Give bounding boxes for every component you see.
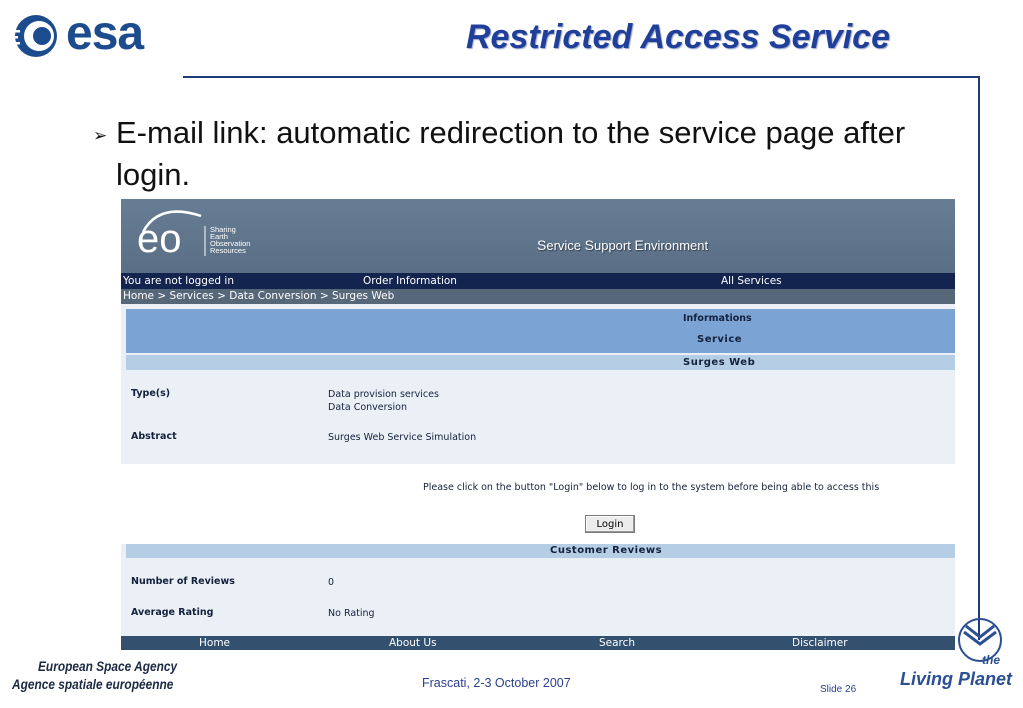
footer-venue-date: Frascati, 2-3 October 2007 [422, 676, 571, 690]
esa-wordmark: esa [66, 7, 144, 60]
footer-link-about-us[interactable]: About Us [389, 636, 437, 650]
breadcrumb[interactable]: Home > Services > Data Conversion > Surg… [121, 289, 955, 304]
nav-link-all-services[interactable]: All Services [721, 273, 782, 289]
login-status: You are not logged in [123, 275, 234, 287]
abstract-value: Surges Web Service Simulation [328, 432, 477, 443]
bullet-arrow-icon: ➢ [93, 126, 108, 146]
abstract-label: Abstract [131, 431, 177, 442]
footer-link-search[interactable]: Search [599, 636, 635, 650]
informations-heading: Informations [683, 313, 752, 324]
service-heading: Service [697, 334, 743, 345]
types-value-1: Data provision services [328, 389, 439, 400]
web-nav-bar: You are not logged in Order Information … [121, 273, 955, 289]
types-value-2: Data Conversion [328, 402, 407, 413]
bullet-text: E-mail link: automatic redirection to th… [116, 115, 906, 192]
svg-text:Resources: Resources [210, 246, 246, 255]
slide-frame-top [183, 76, 980, 78]
service-name-band [126, 355, 955, 370]
slide-title: Restricted Access Service [465, 18, 890, 56]
login-notice: Please click on the button "Login" below… [423, 482, 880, 493]
average-rating-value: No Rating [328, 608, 375, 619]
footer-link-home[interactable]: Home [199, 636, 230, 650]
svg-text:eo: eo [137, 217, 182, 256]
web-footer: Home About Us Search Disclaimer [121, 636, 955, 650]
slide-frame-right [978, 76, 980, 640]
login-button[interactable]: Login [585, 515, 635, 533]
svg-text:the: the [982, 653, 1000, 667]
slide-number: Slide 26 [820, 684, 857, 695]
customer-reviews-heading: Customer Reviews [550, 545, 663, 556]
agency-name-english: European Space Agency [38, 658, 178, 674]
svg-text:Living Planet: Living Planet [900, 669, 1013, 689]
reviews-band [126, 544, 955, 558]
login-panel [121, 464, 955, 544]
informations-band [126, 309, 955, 353]
web-site-title: Service Support Environment [537, 237, 709, 253]
reviews-count-label: Number of Reviews [131, 576, 235, 587]
reviews-count-value: 0 [328, 577, 335, 588]
living-planet-logo-icon: the Living Planet [900, 618, 1013, 689]
eo-logo-icon: eo Sharing Earth Observation Resources [137, 210, 250, 256]
service-name: Surges Web [683, 357, 756, 368]
nav-link-order-information[interactable]: Order Information [363, 273, 457, 289]
average-rating-label: Average Rating [131, 607, 214, 618]
agency-name-french: Agence spatiale européenne [12, 676, 174, 692]
footer-link-disclaimer[interactable]: Disclaimer [792, 636, 848, 650]
types-label: Type(s) [131, 388, 171, 399]
web-page-screenshot: eo Sharing Earth Observation Resources S… [121, 199, 955, 650]
